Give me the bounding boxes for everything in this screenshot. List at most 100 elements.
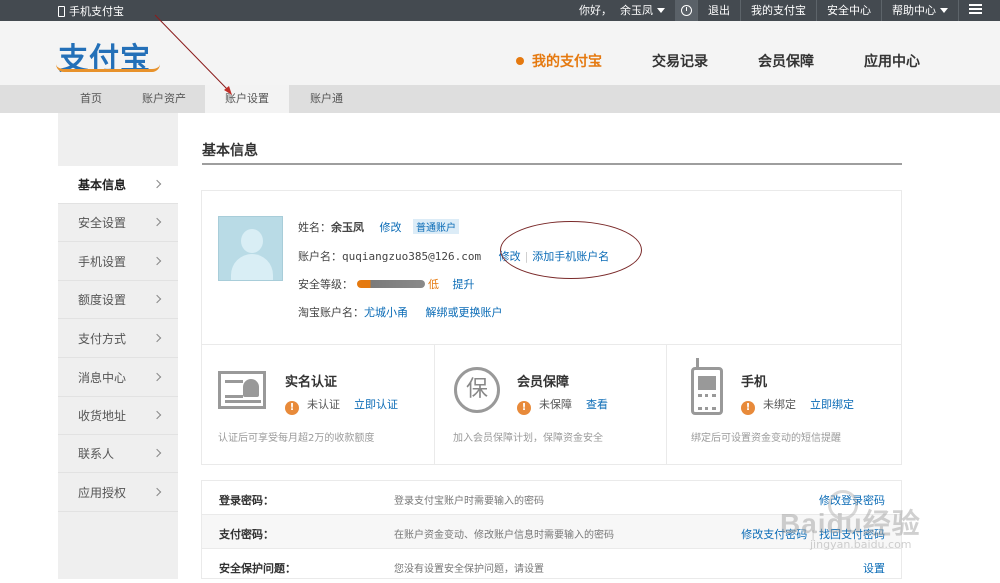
sidebar-item-label: 收货地址 (78, 409, 127, 423)
sidebar-item-label: 支付方式 (78, 332, 127, 346)
sidebar-item-security[interactable]: 安全设置 (58, 204, 178, 242)
active-dot-icon (516, 57, 524, 65)
sidebar-spacer (58, 113, 178, 166)
nav-app-center[interactable]: 应用中心 (864, 51, 920, 71)
sidebar-item-label: 手机设置 (78, 255, 127, 269)
shield-protection-icon: 保 (454, 367, 500, 413)
main-nav: 我的支付宝 交易记录 会员保障 应用中心 (466, 51, 920, 71)
alarm-clock-icon (680, 5, 692, 16)
id-card-icon (218, 371, 266, 409)
card-desc: 认证后可享受每月超2万的收款额度 (218, 433, 375, 444)
row-key: 支付密码： (219, 528, 274, 541)
card-title: 实名认证 (285, 375, 338, 390)
subnav-home[interactable]: 首页 (80, 85, 102, 113)
sidebar-item-addresses[interactable]: 收货地址 (58, 397, 178, 435)
card-title: 会员保障 (517, 375, 570, 390)
nav-my-alipay[interactable]: 我的支付宝 (516, 51, 602, 71)
chevron-right-icon (152, 256, 162, 266)
sidebar: 基本信息 安全设置 手机设置 额度设置 支付方式 消息中心 收货地址 联系人 应… (58, 113, 178, 579)
logo-swoosh (56, 64, 160, 72)
taobao-row: 淘宝账户名：尤城小甬 解绑或更换账户 (298, 304, 503, 320)
help-center-menu[interactable]: 帮助中心 (881, 0, 958, 21)
greeting-text: 你好， (579, 4, 612, 17)
sidebar-item-basic-info[interactable]: 基本信息 (58, 166, 178, 204)
chevron-right-icon (152, 217, 162, 227)
sidebar-item-mobile[interactable]: 手机设置 (58, 243, 178, 281)
subnav-account-settings[interactable]: 账户设置 (205, 85, 289, 113)
chevron-right-icon (152, 372, 162, 382)
sidebar-item-label: 额度设置 (78, 293, 127, 307)
mobile-alipay-link[interactable]: 手机支付宝 (58, 3, 124, 19)
name-row: 姓名：余玉凤 修改 普通账户 (298, 219, 459, 235)
chevron-right-icon (152, 487, 162, 497)
account-label: 账户名： (298, 250, 342, 263)
card-member-protection: 保 会员保障 ! 未保障 查看 加入会员保障计划，保障资金安全 (434, 345, 666, 465)
avatar[interactable] (218, 216, 283, 281)
verify-now-link[interactable]: 立即认证 (354, 398, 398, 411)
card-status: 未绑定 (763, 398, 796, 411)
warning-icon: ! (741, 401, 755, 415)
unbind-taobao-link[interactable]: 解绑或更换账户 (426, 306, 503, 319)
card-desc: 绑定后可设置资金变动的短信提醒 (691, 433, 841, 444)
card-title: 手机 (741, 375, 768, 390)
chevron-right-icon (152, 294, 162, 304)
bind-now-link[interactable]: 立即绑定 (810, 398, 854, 411)
name-label: 姓名： (298, 221, 331, 234)
sidebar-item-payment-methods[interactable]: 支付方式 (58, 320, 178, 358)
username: 余玉凤 (620, 4, 653, 17)
card-status: 未认证 (307, 398, 340, 411)
warning-icon: ! (517, 401, 531, 415)
card-status: 未保障 (539, 398, 572, 411)
nav-transactions[interactable]: 交易记录 (652, 51, 708, 71)
upgrade-security-link[interactable]: 提升 (453, 278, 475, 291)
security-center-link[interactable]: 安全中心 (816, 0, 881, 21)
account-type-badge: 普通账户 (413, 219, 459, 234)
nav-label: 我的支付宝 (532, 54, 602, 70)
baidu-watermark: Baidu经验 jingyan.baidu.com (770, 490, 950, 560)
nav-member-protection[interactable]: 会员保障 (758, 51, 814, 71)
subnav-account-link[interactable]: 账户通 (310, 85, 343, 113)
security-level-value: 低 (428, 278, 439, 291)
chevron-down-icon (940, 8, 948, 13)
chevron-right-icon (152, 448, 162, 458)
sidebar-item-limits[interactable]: 额度设置 (58, 281, 178, 319)
my-alipay-link[interactable]: 我的支付宝 (740, 0, 816, 21)
card-desc: 加入会员保障计划，保障资金安全 (453, 433, 603, 444)
warning-icon: ! (285, 401, 299, 415)
sidebar-item-app-auth[interactable]: 应用授权 (58, 474, 178, 512)
subnav-assets[interactable]: 账户资产 (142, 85, 186, 113)
modify-name-link[interactable]: 修改 (380, 221, 402, 234)
account-value: quqiangzuo385@126.com (342, 250, 482, 263)
page-title: 基本信息 (202, 143, 258, 159)
row-key: 安全保护问题： (219, 562, 296, 575)
alipay-logo[interactable]: 支付宝 (56, 34, 160, 78)
user-menu[interactable]: 你好， 余玉凤 (569, 0, 675, 21)
logout-link[interactable]: 退出 (697, 0, 740, 21)
watermark-brand: Baidu经验 (780, 508, 921, 539)
sidebar-item-label: 基本信息 (78, 178, 127, 192)
watermark-url: jingyan.baidu.com (810, 538, 912, 551)
mobile-alipay-label: 手机支付宝 (69, 5, 124, 18)
sidebar-item-messages[interactable]: 消息中心 (58, 359, 178, 397)
avatar-head (241, 229, 263, 253)
phone-icon (58, 5, 65, 17)
chevron-right-icon (152, 179, 162, 189)
view-protection-link[interactable]: 查看 (586, 398, 608, 411)
name-value: 余玉凤 (331, 221, 364, 234)
list-icon (969, 4, 982, 14)
menu-button[interactable] (958, 0, 992, 21)
row-desc: 登录支付宝账户时需要输入的密码 (394, 496, 544, 507)
security-level-bar (357, 280, 425, 288)
security-level-row: 安全等级： 低 提升 (298, 276, 475, 292)
annotation-circle (500, 221, 642, 279)
row-desc: 在账户资金变动、修改账户信息时需要输入的密码 (394, 530, 614, 541)
sidebar-item-label: 联系人 (78, 447, 115, 461)
chevron-right-icon (152, 333, 162, 343)
sidebar-item-contacts[interactable]: 联系人 (58, 435, 178, 473)
reminder-button[interactable] (675, 0, 697, 21)
card-mobile: 手机 ! 未绑定 立即绑定 绑定后可设置资金变动的短信提醒 (666, 345, 902, 465)
taobao-account-link[interactable]: 尤城小甬 (364, 306, 408, 319)
set-security-question-link[interactable]: 设置 (863, 562, 885, 575)
status-cards: 实名认证 ! 未认证 立即认证 认证后可享受每月超2万的收款额度 保 会员保障 ! 未… (201, 344, 902, 465)
title-divider (202, 163, 902, 165)
